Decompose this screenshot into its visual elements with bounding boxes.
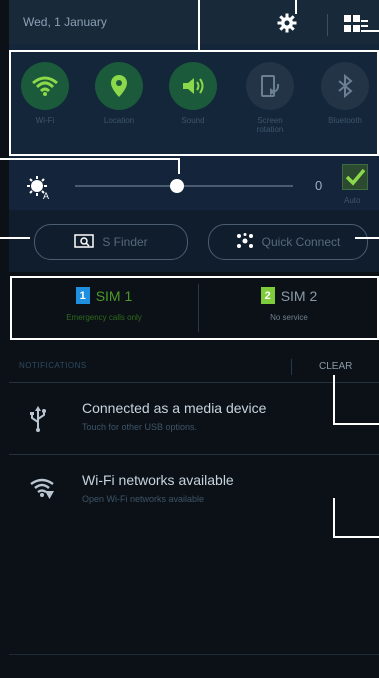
callout-line xyxy=(0,158,180,160)
callout-line xyxy=(355,237,379,239)
callout-box xyxy=(10,276,379,340)
notification-title: Connected as a media device xyxy=(82,400,267,416)
status-header: Wed, 1 January xyxy=(9,0,379,44)
notification-text: Touch for other USB options. xyxy=(82,422,198,432)
divider xyxy=(9,454,379,455)
panel-handle[interactable] xyxy=(9,654,379,678)
callout-line xyxy=(178,158,180,174)
action-buttons-row: S Finder Quick Connect xyxy=(9,210,379,272)
quick-connect-icon xyxy=(236,232,254,252)
date-text: Wed, 1 January xyxy=(23,15,107,29)
header-separator xyxy=(291,359,292,375)
wifi-alert-icon xyxy=(29,478,55,505)
callout-line xyxy=(295,0,297,14)
notifications-title: NOTIFICATIONS xyxy=(19,361,87,370)
auto-brightness-label: Auto xyxy=(344,196,361,205)
callout-line xyxy=(333,423,379,425)
callout-line xyxy=(0,237,30,239)
callout-line xyxy=(368,30,379,32)
callout-box xyxy=(9,50,379,156)
callout-line xyxy=(333,498,335,538)
svg-text:A: A xyxy=(43,191,49,200)
brightness-row: A 0 Auto xyxy=(9,156,379,210)
s-finder-button[interactable]: S Finder xyxy=(34,224,188,260)
s-finder-label: S Finder xyxy=(102,235,148,249)
brightness-slider-thumb[interactable] xyxy=(170,179,185,193)
quick-connect-label: Quick Connect xyxy=(261,235,341,249)
s-finder-icon xyxy=(74,233,95,251)
notifications-header: NOTIFICATIONS CLEAR xyxy=(9,350,379,382)
brightness-auto-icon: A xyxy=(27,176,51,205)
callout-line xyxy=(333,536,379,538)
quick-connect-button[interactable]: Quick Connect xyxy=(208,224,368,260)
edit-toggles-icon[interactable] xyxy=(344,15,368,35)
brightness-value: 0 xyxy=(315,178,323,193)
usb-icon xyxy=(29,406,47,437)
header-divider xyxy=(327,14,328,36)
notification-item[interactable]: Connected as a media device Touch for ot… xyxy=(9,384,379,454)
settings-gear-icon[interactable] xyxy=(277,13,297,33)
callout-line xyxy=(198,0,200,52)
notification-text: Open Wi-Fi networks available xyxy=(82,494,205,504)
clear-button[interactable]: CLEAR xyxy=(319,361,352,372)
auto-brightness-checkbox[interactable] xyxy=(342,164,368,190)
notification-item[interactable]: Wi-Fi networks available Open Wi-Fi netw… xyxy=(9,456,379,526)
divider xyxy=(9,382,379,383)
notification-title: Wi-Fi networks available xyxy=(82,472,234,488)
callout-line xyxy=(333,375,335,425)
